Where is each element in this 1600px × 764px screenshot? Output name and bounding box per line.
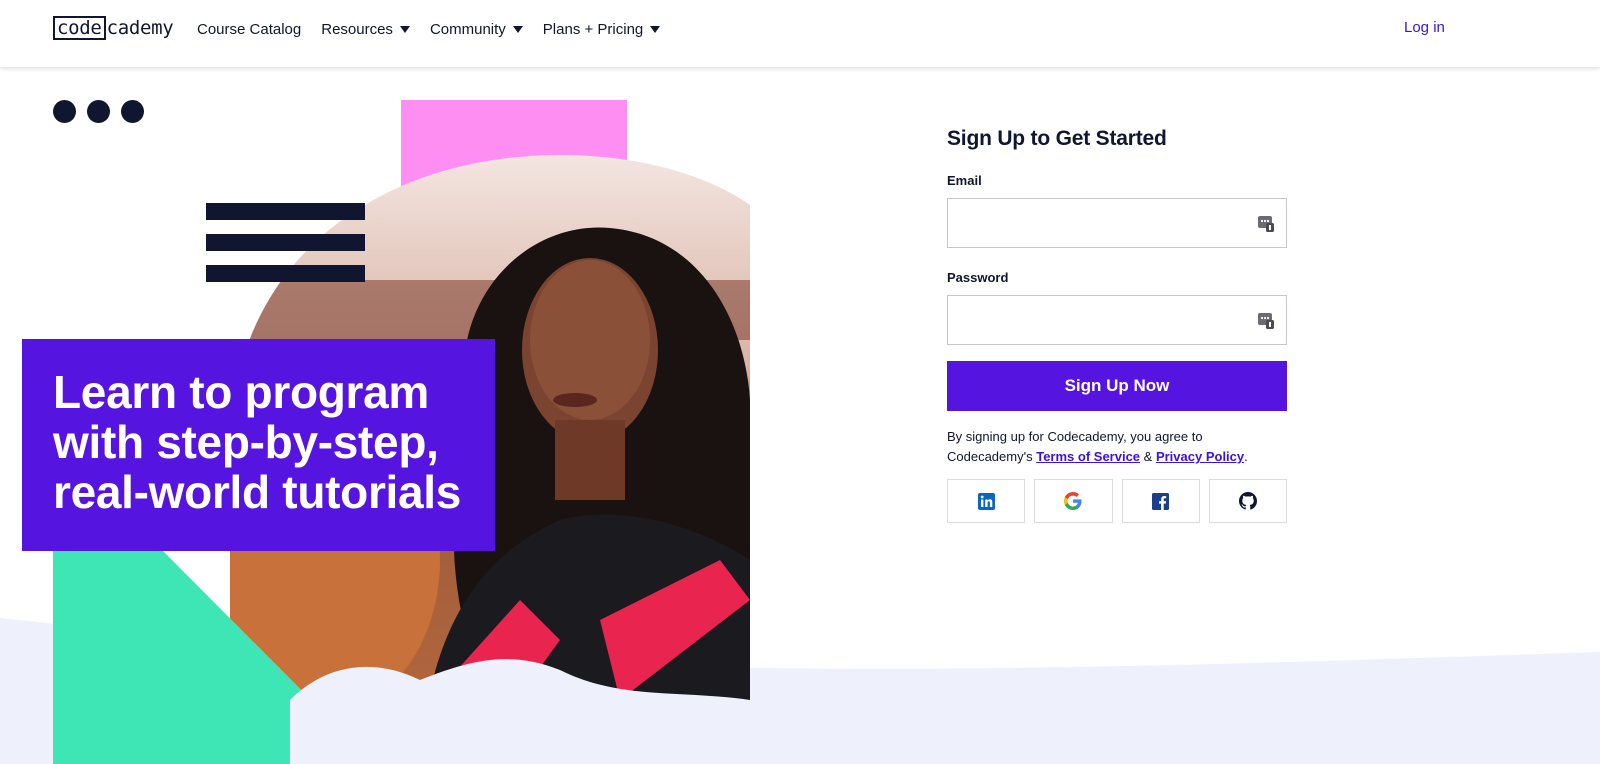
caret-down-icon: [399, 26, 410, 33]
top-navigation: code cademy Course Catalog Resources Comm…: [0, 0, 1600, 68]
terms-suffix: .: [1244, 449, 1248, 464]
logo-boxed-text: code: [53, 16, 106, 40]
codecademy-logo[interactable]: code cademy: [53, 15, 174, 41]
terms-ampersand: &: [1143, 449, 1153, 464]
linkedin-login-button[interactable]: [947, 479, 1026, 523]
nav-community[interactable]: Community: [430, 21, 523, 38]
google-login-button[interactable]: [1034, 479, 1113, 523]
hero-illustration: Learn to program with step-by-step, real…: [0, 0, 760, 764]
email-label: Email: [947, 173, 982, 188]
caret-down-icon: [512, 26, 523, 33]
password-label: Password: [947, 270, 1009, 285]
terms-of-service-link[interactable]: Terms of Service: [1036, 449, 1140, 464]
nav-course-catalog[interactable]: Course Catalog: [197, 21, 301, 38]
email-field-wrapper: [947, 198, 1287, 248]
bar-shape: [206, 265, 365, 282]
sign-up-button[interactable]: Sign Up Now: [947, 361, 1287, 411]
bar-shape: [206, 234, 365, 251]
linkedin-icon: [977, 492, 995, 510]
nav-plans-pricing[interactable]: Plans + Pricing: [542, 20, 661, 38]
signup-title: Sign Up to Get Started: [947, 127, 1167, 150]
google-icon: [1064, 492, 1082, 510]
bar-shape: [206, 203, 365, 220]
email-field[interactable]: [948, 199, 1286, 247]
hero-headline-box: Learn to program with step-by-step, real…: [22, 339, 495, 551]
signup-form: Sign Up to Get Started Email Password Si…: [947, 127, 1287, 523]
caret-down-icon: [650, 26, 661, 33]
facebook-login-button[interactable]: [1121, 479, 1200, 523]
github-login-button[interactable]: [1208, 479, 1287, 523]
nav-label: Course Catalog: [197, 20, 302, 38]
logo-text: cademy: [106, 17, 174, 39]
login-link[interactable]: Log in: [1404, 19, 1445, 36]
password-manager-icon[interactable]: [1258, 215, 1274, 232]
password-field-wrapper: [947, 295, 1287, 345]
github-icon: [1238, 492, 1257, 510]
password-field[interactable]: [948, 296, 1286, 344]
terms-text: By signing up for Codecademy, you agree …: [947, 427, 1287, 467]
nav-resources[interactable]: Resources: [321, 21, 410, 38]
password-manager-icon[interactable]: [1258, 312, 1274, 329]
hero-headline: Learn to program with step-by-step, real…: [53, 366, 462, 518]
social-login-buttons: [947, 479, 1287, 523]
nav-label: Resources: [321, 20, 393, 38]
privacy-policy-link[interactable]: Privacy Policy: [1156, 449, 1244, 464]
nav-label: Plans + Pricing: [542, 20, 644, 38]
main-nav: Course Catalog Resources Community Plans…: [197, 0, 661, 58]
nav-label: Community: [429, 20, 506, 38]
decorative-hamburger-bars: [206, 203, 365, 296]
facebook-icon: [1152, 492, 1170, 510]
